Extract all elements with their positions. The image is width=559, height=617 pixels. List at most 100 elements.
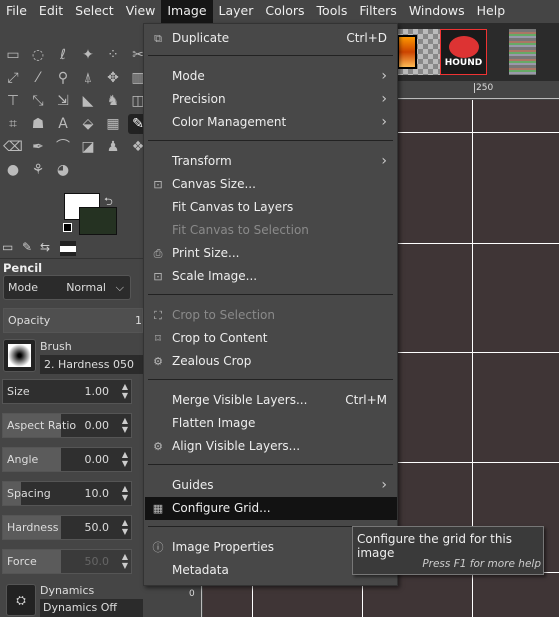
gear-icon: ⚙ [153, 440, 163, 453]
chevron-right-icon: › [381, 91, 387, 107]
tool-icon[interactable]: ✥ [103, 68, 123, 88]
hardness-slider[interactable]: Hardness 50.0 ▲ ▼ [2, 515, 132, 540]
mode-dropdown[interactable]: Mode Normal ⌵ [3, 275, 131, 300]
menu-separator [148, 464, 393, 465]
menu-filters[interactable]: Filters [353, 0, 402, 23]
tool-icon[interactable]: ℓ [53, 45, 73, 65]
gear-icon: ⚙ [153, 355, 163, 368]
tool-icon[interactable]: ⌗ [3, 114, 23, 134]
spin-arrows-icon[interactable]: ▲ ▼ [122, 518, 128, 536]
dynamics-field[interactable]: Dynamics Off [40, 599, 143, 617]
tool-icon[interactable]: ⤢ [3, 68, 23, 88]
menu-item-configure-grid[interactable]: ▦ Configure Grid... [145, 497, 397, 520]
spin-arrows-icon[interactable]: ▲ ▼ [122, 382, 128, 400]
tool-icon[interactable]: ☗ [28, 114, 48, 134]
tool-icon[interactable]: ◣ [78, 91, 98, 111]
menu-item-print-size[interactable]: ⎙ Print Size... [145, 242, 397, 265]
size-slider[interactable]: Size 1.00 ▲ ▼ [2, 379, 132, 404]
menu-item-duplicate[interactable]: ⧉ Duplicate Ctrl+D [145, 27, 397, 50]
tool-icon[interactable]: ▭ [3, 45, 23, 65]
menu-item-align-visible-layers[interactable]: ⚙ Align Visible Layers... [145, 435, 397, 458]
menu-tools[interactable]: Tools [311, 0, 354, 23]
menu-item-canvas-size[interactable]: ⊡ Canvas Size... [145, 173, 397, 196]
menu-colors[interactable]: Colors [259, 0, 310, 23]
info-icon: ⓘ [152, 541, 164, 554]
chevron-right-icon: › [381, 153, 387, 169]
tool-icon[interactable]: ♟ [103, 137, 123, 157]
canvas-size-icon: ⊡ [153, 178, 163, 191]
menu-item-crop-to-selection[interactable]: ⛶ Crop to Selection [145, 304, 397, 327]
spacing-slider[interactable]: Spacing 10.0 ▲ ▼ [2, 481, 132, 506]
tool-icon[interactable]: ✒ [28, 137, 48, 157]
brush-label: Brush [40, 340, 72, 353]
menu-item-flatten-image[interactable]: Flatten Image [145, 412, 397, 435]
menu-edit[interactable]: Edit [33, 0, 69, 23]
tool-options-tab[interactable]: ▭ [2, 240, 13, 254]
menu-help[interactable]: Help [471, 0, 512, 23]
tool-icon[interactable]: ⊤ [3, 91, 23, 111]
menu-image[interactable]: Image [161, 0, 213, 23]
image-tab-thumbnail[interactable] [509, 29, 536, 75]
tool-icon[interactable]: ⬙ [78, 114, 98, 134]
spin-arrows-icon[interactable]: ▲ ▼ [122, 416, 128, 434]
menu-layer[interactable]: Layer [213, 0, 260, 23]
tool-icon[interactable]: A [53, 114, 73, 134]
brush-preview[interactable] [3, 339, 36, 372]
menu-separator [148, 140, 393, 141]
opacity-slider[interactable]: Opacity 1 [3, 308, 143, 333]
tool-icon[interactable]: ♞ [103, 91, 123, 111]
device-status-tab[interactable]: ✎ [22, 240, 32, 254]
menu-separator [148, 55, 393, 56]
chevron-right-icon: › [381, 68, 387, 84]
tool-icon[interactable]: ● [3, 160, 23, 180]
tool-icon[interactable]: ◕ [53, 160, 73, 180]
tool-icon[interactable]: ✦ [78, 45, 98, 65]
images-tab[interactable] [60, 241, 76, 256]
menu-view[interactable]: View [120, 0, 162, 23]
menu-item-zealous-crop[interactable]: ⚙ Zealous Crop [145, 350, 397, 373]
menu-item-color-management[interactable]: Color Management › [145, 111, 397, 134]
menu-item-crop-to-content[interactable]: ⌑ Crop to Content [145, 327, 397, 350]
undo-history-tab[interactable]: ⇆ [40, 240, 50, 254]
dynamics-label: Dynamics [40, 584, 95, 597]
spin-arrows-icon[interactable]: ▲ ▼ [122, 484, 128, 502]
menu-item-fit-canvas-to-selection[interactable]: Fit Canvas to Selection [145, 219, 397, 242]
force-slider[interactable]: Force 50.0 ▲ ▼ [2, 549, 132, 574]
menu-item-transform[interactable]: Transform › [145, 150, 397, 173]
tool-icon[interactable]: ⁄ [28, 68, 48, 88]
tool-icon[interactable]: ◪ [78, 137, 98, 157]
angle-slider[interactable]: Angle 0.00 ▲ ▼ [2, 447, 132, 472]
dynamics-icon[interactable]: ⛭ [6, 584, 36, 616]
scale-icon: ⊡ [153, 270, 163, 283]
menu-item-guides[interactable]: Guides › [145, 474, 397, 497]
tool-icon[interactable]: ▦ [103, 114, 123, 134]
image-tab-thumbnail[interactable] [393, 29, 440, 75]
tool-icon[interactable]: ⌫ [3, 137, 23, 157]
tool-icon[interactable]: ⁘ [103, 45, 123, 65]
tool-icon[interactable]: ⚘ [28, 160, 48, 180]
tool-icon[interactable]: ◌ [28, 45, 48, 65]
menu-item-mode[interactable]: Mode › [145, 65, 397, 88]
dock-tabs: ▭ ✎ ⇆ [0, 239, 143, 259]
swap-colors-icon[interactable]: ⮌ [104, 193, 113, 212]
crop-selection-icon: ⛶ [154, 309, 162, 322]
tooltip: Configure the grid for this image Press … [352, 526, 544, 575]
tool-icon[interactable]: ⚲ [53, 68, 73, 88]
image-tab-thumbnail[interactable]: HOUND [440, 29, 487, 75]
menu-item-fit-canvas-to-layers[interactable]: Fit Canvas to Layers [145, 196, 397, 219]
aspect-ratio-slider[interactable]: Aspect Ratio 0.00 ▲ ▼ [2, 413, 132, 438]
menu-file[interactable]: File [0, 0, 33, 23]
tool-icon[interactable]: ⌒ [53, 137, 73, 157]
menu-select[interactable]: Select [69, 0, 120, 23]
spin-arrows-icon[interactable]: ▲ ▼ [122, 552, 128, 570]
menu-windows[interactable]: Windows [403, 0, 471, 23]
spin-arrows-icon[interactable]: ▲ ▼ [122, 450, 128, 468]
menu-item-scale-image[interactable]: ⊡ Scale Image... [145, 265, 397, 288]
tool-icon[interactable]: ⇲ [53, 91, 73, 111]
tool-icon[interactable]: ⤡ [28, 91, 48, 111]
default-colors-icon[interactable] [63, 223, 72, 232]
menu-item-precision[interactable]: Precision › [145, 88, 397, 111]
brush-name-field[interactable]: 2. Hardness 050 [40, 355, 143, 374]
menu-item-merge-visible-layers[interactable]: Merge Visible Layers... Ctrl+M [145, 389, 397, 412]
tool-icon[interactable]: ⍋ [78, 68, 98, 88]
